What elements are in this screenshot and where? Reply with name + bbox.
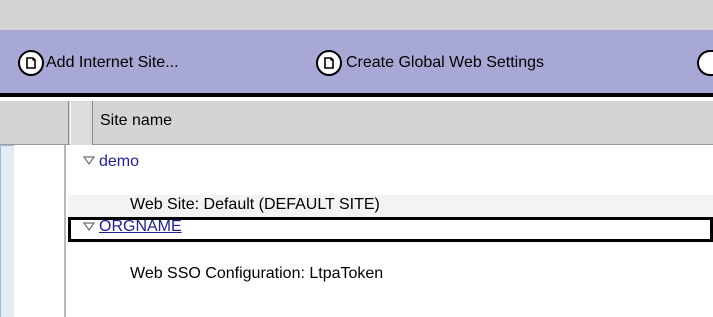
column-divider[interactable] bbox=[92, 101, 93, 145]
tree-row-group-selected[interactable]: ORGNAME bbox=[68, 217, 713, 242]
create-global-web-settings-label: Create Global Web Settings bbox=[346, 54, 545, 71]
document-icon bbox=[18, 50, 44, 76]
more-actions-button[interactable] bbox=[697, 46, 713, 80]
left-panel bbox=[0, 145, 14, 317]
group-label: ORGNAME bbox=[99, 218, 182, 235]
add-internet-site-button[interactable]: Add Internet Site... bbox=[18, 46, 179, 80]
pane-divider[interactable] bbox=[64, 145, 66, 317]
action-toolbar: Add Internet Site... Create Global Web S… bbox=[0, 30, 713, 97]
item-label: Web Site: Default (DEFAULT SITE) bbox=[130, 196, 380, 213]
item-label: Web SSO Configuration: LtpaToken bbox=[130, 265, 384, 282]
create-global-web-settings-button[interactable]: Create Global Web Settings bbox=[316, 46, 544, 80]
document-icon bbox=[316, 50, 342, 76]
expand-column-header[interactable] bbox=[70, 101, 92, 145]
site-name-column-header[interactable]: Site name bbox=[100, 112, 172, 130]
tree-row-item[interactable]: Web Site: Default (DEFAULT SITE) bbox=[68, 195, 713, 217]
tree-row-group[interactable]: demo bbox=[68, 152, 713, 174]
expand-triangle-icon[interactable] bbox=[83, 222, 95, 232]
top-strip bbox=[0, 0, 713, 30]
tree-row-item[interactable]: Web SSO Configuration: LtpaToken bbox=[68, 264, 713, 286]
column-divider[interactable] bbox=[68, 101, 69, 145]
expand-triangle-icon[interactable] bbox=[83, 156, 95, 166]
group-label: demo bbox=[99, 153, 140, 170]
add-internet-site-label: Add Internet Site... bbox=[46, 54, 179, 71]
document-icon bbox=[697, 50, 713, 76]
